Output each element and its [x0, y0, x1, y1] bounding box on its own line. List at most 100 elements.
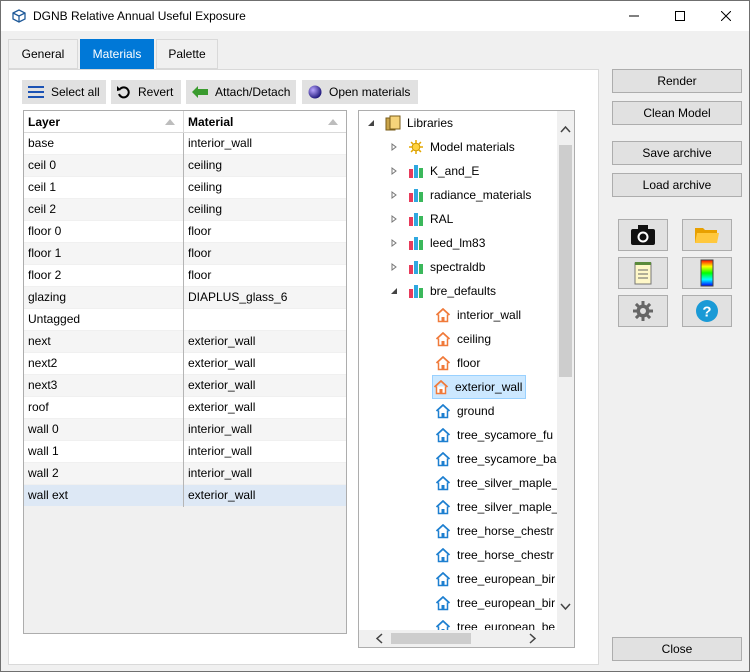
table-row[interactable]: ceil 0 ceiling — [24, 155, 346, 177]
material-cell[interactable]: exterior_wall — [184, 375, 346, 397]
layer-cell[interactable]: ceil 2 — [24, 199, 184, 221]
material-cell[interactable]: ceiling — [184, 155, 346, 177]
tree-horizontal-scroll-thumb[interactable] — [391, 633, 471, 644]
collapsed-chevron-icon[interactable] — [390, 167, 398, 175]
layer-cell[interactable]: Untagged — [24, 309, 184, 331]
tree-node-material[interactable]: tree_sycamore_fu — [435, 423, 553, 447]
column-header-material[interactable]: Material — [184, 111, 346, 133]
layer-cell[interactable]: wall 0 — [24, 419, 184, 441]
tree-node-material[interactable]: exterior_wall — [432, 375, 527, 399]
material-cell[interactable]: floor — [184, 243, 346, 265]
tree-node-library[interactable]: K_and_E — [388, 159, 479, 183]
select-all-button[interactable]: Select all — [22, 80, 106, 104]
open-materials-button[interactable]: Open materials — [302, 80, 418, 104]
layer-cell[interactable]: ceil 0 — [24, 155, 184, 177]
tree-node-libraries[interactable]: Libraries — [365, 111, 453, 135]
scroll-up-icon[interactable] — [560, 125, 571, 133]
settings-button[interactable] — [618, 295, 668, 327]
collapsed-chevron-icon[interactable] — [390, 143, 398, 151]
table-row[interactable]: roof exterior_wall — [24, 397, 346, 419]
material-cell[interactable]: interior_wall — [184, 463, 346, 485]
material-cell[interactable]: exterior_wall — [184, 485, 346, 507]
layer-cell[interactable]: next — [24, 331, 184, 353]
table-row[interactable]: glazing DIAPLUS_glass_6 — [24, 287, 346, 309]
tree-node-material[interactable]: tree_european_bir — [435, 567, 555, 591]
tab-palette[interactable]: Palette — [156, 39, 218, 69]
tree-node-material[interactable]: tree_silver_maple_ — [435, 495, 558, 519]
layer-cell[interactable]: wall 2 — [24, 463, 184, 485]
tree-node-material[interactable]: tree_sycamore_ba — [435, 447, 556, 471]
tree-node-material[interactable]: floor — [435, 351, 480, 375]
tree-node-library[interactable]: spectraldb — [388, 255, 485, 279]
table-row[interactable]: floor 1 floor — [24, 243, 346, 265]
scroll-right-icon[interactable] — [529, 633, 537, 644]
attach-detach-button[interactable]: Attach/Detach — [186, 80, 296, 104]
table-row[interactable]: next3 exterior_wall — [24, 375, 346, 397]
expanded-chevron-icon[interactable] — [390, 287, 398, 295]
table-row[interactable]: floor 2 floor — [24, 265, 346, 287]
open-folder-button[interactable] — [682, 219, 732, 251]
close-window-button[interactable] — [703, 1, 749, 31]
table-row[interactable]: wall 1 interior_wall — [24, 441, 346, 463]
collapsed-chevron-icon[interactable] — [390, 239, 398, 247]
table-row[interactable]: ceil 1 ceiling — [24, 177, 346, 199]
clean-model-button[interactable]: Clean Model — [612, 101, 742, 125]
layer-cell[interactable]: glazing — [24, 287, 184, 309]
tree-node-material[interactable]: tree_silver_maple_ — [435, 471, 558, 495]
help-button[interactable]: ? — [682, 295, 732, 327]
tree-vertical-scrollbar[interactable] — [557, 111, 574, 630]
report-button[interactable] — [618, 257, 668, 289]
table-row[interactable]: ceil 2 ceiling — [24, 199, 346, 221]
table-row[interactable]: wall ext exterior_wall — [24, 485, 346, 507]
load-archive-button[interactable]: Load archive — [612, 173, 742, 197]
close-button[interactable]: Close — [612, 637, 742, 661]
layer-cell[interactable]: floor 1 — [24, 243, 184, 265]
material-cell[interactable]: ceiling — [184, 177, 346, 199]
layer-cell[interactable]: floor 0 — [24, 221, 184, 243]
material-cell[interactable]: interior_wall — [184, 419, 346, 441]
tree-node-library[interactable]: leed_lm83 — [388, 231, 485, 255]
save-archive-button[interactable]: Save archive — [612, 141, 742, 165]
table-row[interactable]: next2 exterior_wall — [24, 353, 346, 375]
layer-cell[interactable]: roof — [24, 397, 184, 419]
tree-node-material[interactable]: tree_horse_chestr — [435, 543, 554, 567]
material-cell[interactable]: interior_wall — [184, 441, 346, 463]
layer-cell[interactable]: ceil 1 — [24, 177, 184, 199]
table-row[interactable]: next exterior_wall — [24, 331, 346, 353]
tree-node-library[interactable]: Model materials — [388, 135, 515, 159]
tree-node-material[interactable]: tree_european_bir — [435, 591, 555, 615]
table-row[interactable]: wall 2 interior_wall — [24, 463, 346, 485]
layer-cell[interactable]: next2 — [24, 353, 184, 375]
collapsed-chevron-icon[interactable] — [390, 263, 398, 271]
tree-node-library[interactable]: RAL — [388, 207, 453, 231]
revert-button[interactable]: Revert — [111, 80, 181, 104]
material-cell[interactable]: exterior_wall — [184, 331, 346, 353]
collapsed-chevron-icon[interactable] — [390, 215, 398, 223]
material-cell[interactable] — [184, 309, 346, 331]
tab-general[interactable]: General — [8, 39, 78, 69]
layer-cell[interactable]: base — [24, 133, 184, 155]
palette-button[interactable] — [682, 257, 732, 289]
material-cell[interactable]: interior_wall — [184, 133, 346, 155]
render-button[interactable]: Render — [612, 69, 742, 93]
tree-node-material[interactable]: ceiling — [435, 327, 491, 351]
table-row[interactable]: floor 0 floor — [24, 221, 346, 243]
tab-materials[interactable]: Materials — [80, 39, 154, 69]
tree-vertical-scroll-thumb[interactable] — [559, 145, 572, 377]
maximize-button[interactable] — [657, 1, 703, 31]
scroll-left-icon[interactable] — [375, 633, 383, 644]
layer-cell[interactable]: next3 — [24, 375, 184, 397]
layer-cell[interactable]: wall ext — [24, 485, 184, 507]
scroll-down-icon[interactable] — [560, 603, 571, 611]
tree-node-library[interactable]: bre_defaults — [388, 279, 496, 303]
material-cell[interactable]: floor — [184, 265, 346, 287]
material-cell[interactable]: ceiling — [184, 199, 346, 221]
column-header-layer[interactable]: Layer — [24, 111, 184, 133]
tree-node-material[interactable]: ground — [435, 399, 494, 423]
minimize-button[interactable] — [611, 1, 657, 31]
snapshot-button[interactable] — [618, 219, 668, 251]
material-cell[interactable]: DIAPLUS_glass_6 — [184, 287, 346, 309]
tree-node-library[interactable]: radiance_materials — [388, 183, 531, 207]
expanded-chevron-icon[interactable] — [367, 119, 375, 127]
table-row[interactable]: Untagged — [24, 309, 346, 331]
